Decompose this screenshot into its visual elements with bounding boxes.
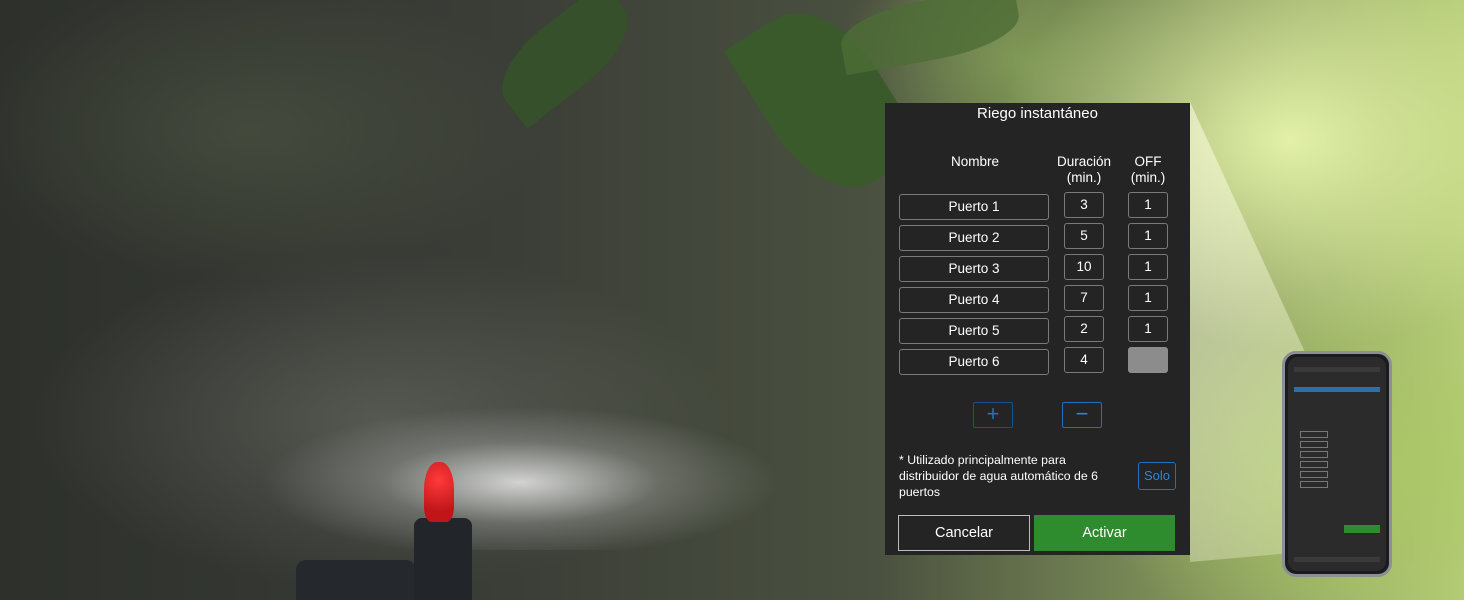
phone-screen	[1288, 357, 1386, 571]
instant-watering-dialog: Riego instantáneo Nombre Duración (min.)…	[885, 103, 1190, 555]
duration-field[interactable]: 3	[1064, 192, 1104, 218]
phone-tab-bar	[1294, 387, 1380, 392]
add-port-button[interactable]: +	[973, 402, 1013, 428]
column-header-off: OFF (min.)	[1130, 154, 1166, 185]
port-name-field[interactable]: Puerto 3	[899, 256, 1049, 282]
off-field[interactable]: 1	[1128, 254, 1168, 280]
column-header-name: Nombre	[950, 154, 999, 169]
smartphone-illustration	[1282, 351, 1392, 577]
port-name-field[interactable]: Puerto 5	[899, 318, 1049, 344]
remove-port-button[interactable]: −	[1062, 402, 1102, 428]
off-field[interactable]: 1	[1128, 316, 1168, 342]
cancel-button[interactable]: Cancelar	[898, 515, 1030, 551]
duration-field[interactable]: 7	[1064, 285, 1104, 311]
off-field[interactable]: 1	[1128, 223, 1168, 249]
port-name-field[interactable]: Puerto 1	[899, 194, 1049, 220]
red-sprinkler-nozzle	[424, 462, 454, 522]
drip-stake	[414, 518, 472, 600]
phone-row	[1300, 431, 1328, 438]
off-field[interactable]: 1	[1128, 192, 1168, 218]
phone-row	[1300, 451, 1328, 458]
drip-stake	[296, 560, 416, 600]
column-header-duration: Duración (min.)	[1056, 154, 1112, 185]
usage-note: * Utilizado principalmente para distribu…	[899, 453, 1098, 499]
phone-row	[1300, 481, 1328, 488]
phone-header-bar	[1294, 367, 1380, 372]
duration-field[interactable]: 4	[1064, 347, 1104, 373]
water-spray	[240, 400, 800, 550]
port-name-field[interactable]: Puerto 2	[899, 225, 1049, 251]
dialog-title: Riego instantáneo	[977, 105, 1098, 122]
leaf	[484, 0, 646, 129]
duration-field[interactable]: 5	[1064, 223, 1104, 249]
duration-field[interactable]: 2	[1064, 316, 1104, 342]
phone-row	[1300, 461, 1328, 468]
solo-button[interactable]: Solo	[1138, 462, 1176, 490]
off-field[interactable]: 1	[1128, 285, 1168, 311]
phone-row	[1300, 471, 1328, 478]
leaf	[836, 0, 1024, 76]
port-name-field[interactable]: Puerto 4	[899, 287, 1049, 313]
duration-field[interactable]: 10	[1064, 254, 1104, 280]
phone-bottom-bar	[1294, 557, 1380, 562]
activate-button[interactable]: Activar	[1034, 515, 1175, 551]
off-field-disabled	[1128, 347, 1168, 373]
phone-row	[1300, 441, 1328, 448]
port-name-field[interactable]: Puerto 6	[899, 349, 1049, 375]
phone-activate-button	[1344, 525, 1380, 533]
